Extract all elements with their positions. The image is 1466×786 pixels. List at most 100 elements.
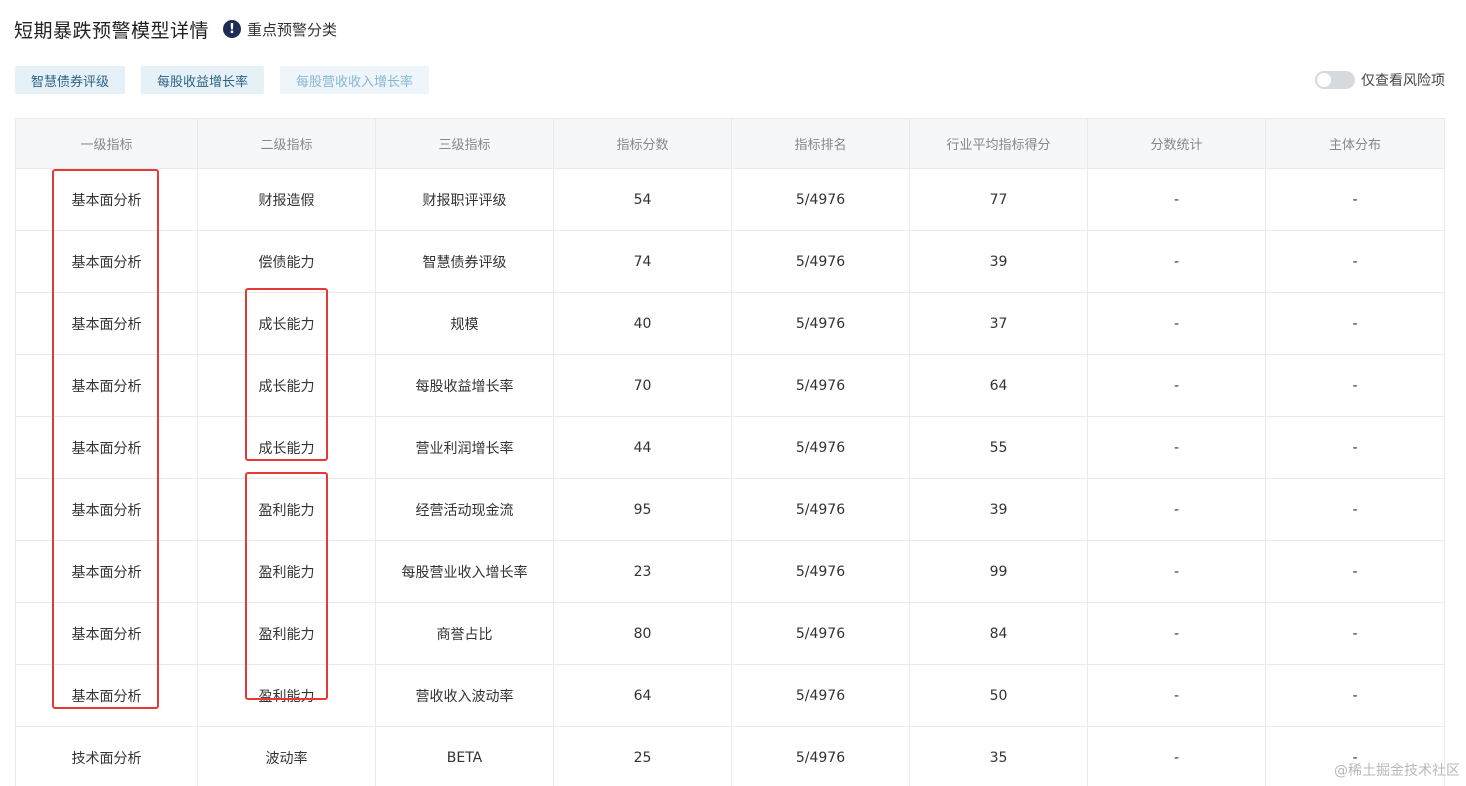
table-row: 基本面分析 盈利能力 经营活动现金流 95 5/4976 39 - - <box>15 478 1445 541</box>
tab-revenue-per-share-growth[interactable]: 每股营收收入增长率 <box>280 66 430 94</box>
column-header: 指标排名 <box>731 118 910 169</box>
table-cell: 5/4976 <box>731 354 910 417</box>
table-cell: 23 <box>553 540 732 603</box>
table-cell: 基本面分析 <box>15 416 198 479</box>
table-cell: 5/4976 <box>731 664 910 727</box>
table-cell: 77 <box>909 168 1088 231</box>
table-cell: - <box>1087 416 1266 479</box>
table-cell: - <box>1265 230 1445 293</box>
column-header: 行业平均指标得分 <box>909 118 1088 169</box>
tab-eps-growth[interactable]: 每股收益增长率 <box>141 66 265 94</box>
table-cell: 5/4976 <box>731 478 910 541</box>
table-cell: - <box>1087 664 1266 727</box>
table-cell: - <box>1265 416 1445 479</box>
table-cell: 盈利能力 <box>197 540 376 603</box>
table-cell: 每股收益增长率 <box>375 354 554 417</box>
table-cell: 财报造假 <box>197 168 376 231</box>
table-cell: 70 <box>553 354 732 417</box>
table-cell: 39 <box>909 230 1088 293</box>
column-header: 一级指标 <box>15 118 198 169</box>
table-cell: 64 <box>553 664 732 727</box>
table-cell: - <box>1087 602 1266 665</box>
table-cell: 25 <box>553 726 732 786</box>
table-cell: 44 <box>553 416 732 479</box>
table-cell: 基本面分析 <box>15 478 198 541</box>
table-cell: 95 <box>553 478 732 541</box>
column-header: 三级指标 <box>375 118 554 169</box>
table-cell: - <box>1265 602 1445 665</box>
toggle-knob <box>1317 73 1331 87</box>
indicator-table-wrapper: 一级指标 二级指标 三级指标 指标分数 指标排名 行业平均指标得分 分数统计 主… <box>15 118 1445 786</box>
table-cell: 营业利润增长率 <box>375 416 554 479</box>
table-cell: 74 <box>553 230 732 293</box>
table-cell: 波动率 <box>197 726 376 786</box>
tab-bar: 智慧债券评级 每股收益增长率 每股营收收入增长率 <box>15 66 430 94</box>
risk-only-toggle-label: 仅查看风险项 <box>1361 73 1445 89</box>
column-header: 主体分布 <box>1265 118 1445 169</box>
table-cell: 37 <box>909 292 1088 355</box>
table-cell: 营收收入波动率 <box>375 664 554 727</box>
table-row: 基本面分析 盈利能力 每股营业收入增长率 23 5/4976 99 - - <box>15 540 1445 603</box>
table-cell: 盈利能力 <box>197 664 376 727</box>
table-cell: 基本面分析 <box>15 540 198 603</box>
table-cell: 成长能力 <box>197 354 376 417</box>
table-cell: - <box>1265 478 1445 541</box>
column-header: 二级指标 <box>197 118 376 169</box>
table-cell: - <box>1265 292 1445 355</box>
table-cell: 成长能力 <box>197 292 376 355</box>
table-cell: 5/4976 <box>731 726 910 786</box>
table-cell: 5/4976 <box>731 168 910 231</box>
risk-only-toggle[interactable] <box>1315 71 1355 89</box>
table-cell: - <box>1265 664 1445 727</box>
table-header-row: 一级指标 二级指标 三级指标 指标分数 指标排名 行业平均指标得分 分数统计 主… <box>15 118 1445 169</box>
table-cell: 盈利能力 <box>197 602 376 665</box>
table-cell: 偿债能力 <box>197 230 376 293</box>
table-cell: 基本面分析 <box>15 230 198 293</box>
column-header: 指标分数 <box>553 118 732 169</box>
table-cell: 成长能力 <box>197 416 376 479</box>
table-cell: 商誉占比 <box>375 602 554 665</box>
table-cell: 64 <box>909 354 1088 417</box>
table-cell: 5/4976 <box>731 540 910 603</box>
page-subtitle: 重点预警分类 <box>247 20 338 39</box>
table-cell: - <box>1087 292 1266 355</box>
table-cell: 盈利能力 <box>197 478 376 541</box>
watermark-text: @稀土掘金技术社区 <box>1334 763 1460 779</box>
table-row: 基本面分析 财报造假 财报职评评级 54 5/4976 77 - - <box>15 168 1445 231</box>
risk-only-toggle-group: 仅查看风险项 <box>1315 70 1445 90</box>
table-cell: 基本面分析 <box>15 602 198 665</box>
table-cell: 规模 <box>375 292 554 355</box>
table-cell: - <box>1265 540 1445 603</box>
table-row: 基本面分析 成长能力 每股收益增长率 70 5/4976 64 - - <box>15 354 1445 417</box>
table-cell: 财报职评评级 <box>375 168 554 231</box>
table-cell: 54 <box>553 168 732 231</box>
table-cell: - <box>1087 478 1266 541</box>
table-cell: 99 <box>909 540 1088 603</box>
table-cell: 技术面分析 <box>15 726 198 786</box>
table-cell: - <box>1087 230 1266 293</box>
table-cell: 5/4976 <box>731 230 910 293</box>
tab-smart-bond-rating[interactable]: 智慧债券评级 <box>15 66 126 94</box>
table-row: 技术面分析 波动率 BETA 25 5/4976 35 - - <box>15 726 1445 786</box>
table-cell: 基本面分析 <box>15 168 198 231</box>
table-cell: - <box>1265 354 1445 417</box>
table-cell: 5/4976 <box>731 602 910 665</box>
table-cell: 5/4976 <box>731 292 910 355</box>
table-cell: 5/4976 <box>731 416 910 479</box>
table-cell: 基本面分析 <box>15 664 198 727</box>
page-header: 短期暴跌预警模型详情 ! 重点预警分类 <box>14 14 337 44</box>
table-cell: 55 <box>909 416 1088 479</box>
table-cell: - <box>1087 168 1266 231</box>
table-cell: 智慧债券评级 <box>375 230 554 293</box>
table-cell: 50 <box>909 664 1088 727</box>
indicator-table: 一级指标 二级指标 三级指标 指标分数 指标排名 行业平均指标得分 分数统计 主… <box>15 118 1445 786</box>
exclamation-icon[interactable]: ! <box>223 20 242 38</box>
table-cell: 基本面分析 <box>15 292 198 355</box>
table-cell: - <box>1087 726 1266 786</box>
page-title: 短期暴跌预警模型详情 <box>14 19 210 42</box>
table-cell: 经营活动现金流 <box>375 478 554 541</box>
table-row: 基本面分析 盈利能力 营收收入波动率 64 5/4976 50 - - <box>15 664 1445 727</box>
table-cell: 40 <box>553 292 732 355</box>
table-cell: 基本面分析 <box>15 354 198 417</box>
table-row: 基本面分析 盈利能力 商誉占比 80 5/4976 84 - - <box>15 602 1445 665</box>
